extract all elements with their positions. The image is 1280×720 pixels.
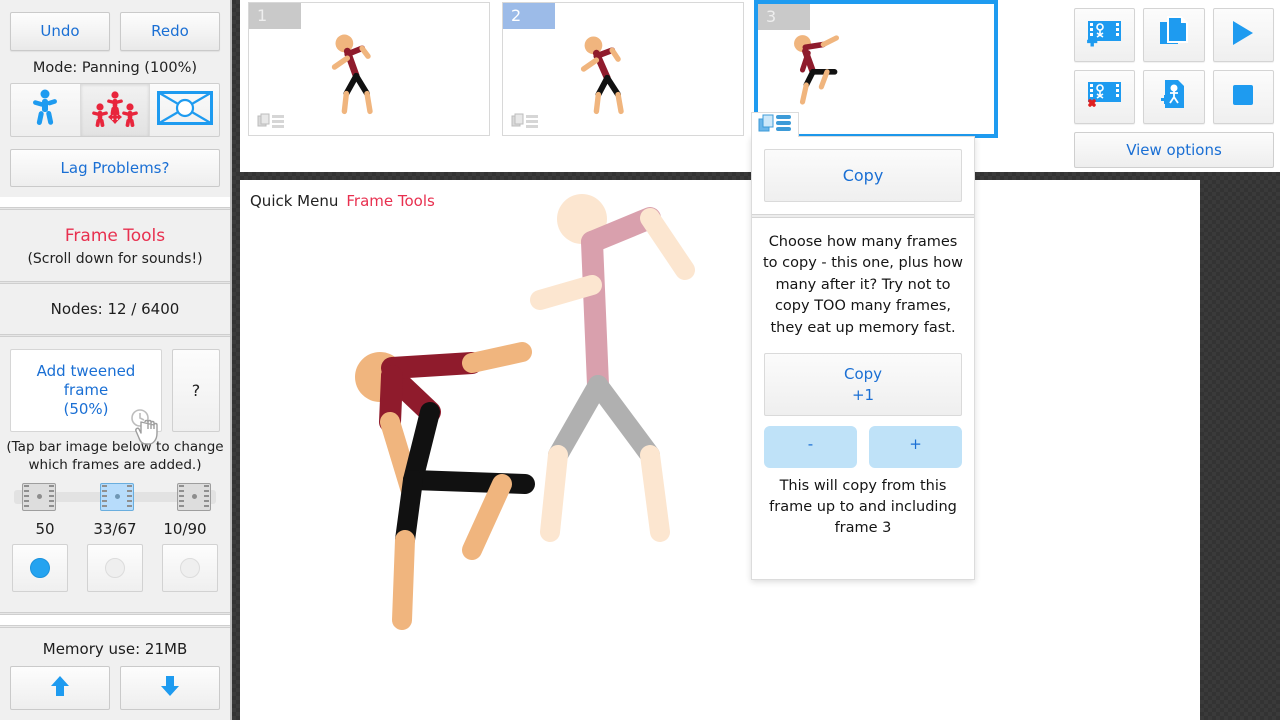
frame-menu-icon bbox=[758, 114, 792, 136]
tween-film-3[interactable] bbox=[177, 482, 211, 511]
frame-menu-icon-2[interactable] bbox=[511, 113, 539, 129]
copy-frames-popup: Copy Choose how many frames to copy - th… bbox=[751, 136, 975, 580]
mode-label: Mode: Panning (100%) bbox=[32, 60, 198, 77]
sidebar-gap-1 bbox=[0, 197, 230, 208]
ghost-figure bbox=[530, 194, 695, 542]
current-figure[interactable] bbox=[355, 342, 535, 630]
frame-tools-subtitle: (Scroll down for sounds!) bbox=[27, 251, 203, 268]
play-button[interactable] bbox=[1212, 8, 1274, 62]
add-tweened-frame-label: Add tweened frame bbox=[36, 362, 136, 399]
play-icon bbox=[1230, 19, 1256, 51]
hand-cursor-icon bbox=[127, 406, 171, 453]
frame-figure-1 bbox=[331, 34, 373, 115]
tween-film-1[interactable] bbox=[22, 482, 56, 511]
copy-count-stepper: - + bbox=[764, 425, 962, 468]
mode-button-bar bbox=[10, 83, 220, 138]
canvas-stage[interactable] bbox=[240, 180, 1200, 720]
tween-option-label-2: 10/90 bbox=[163, 519, 207, 538]
app-root: Undo Redo Mode: Panning (100%) Lag Probl… bbox=[0, 0, 1280, 720]
sidebar-gap-2 bbox=[0, 615, 230, 625]
single-figure-mode-button[interactable] bbox=[11, 84, 81, 137]
stop-button[interactable] bbox=[1212, 70, 1274, 124]
copy-plus-button[interactable]: Copy +1 bbox=[764, 353, 962, 416]
frame-menu-icon-1[interactable] bbox=[257, 113, 285, 129]
frame-tools-title: Frame Tools bbox=[64, 226, 166, 247]
copy-range-note: This will copy from this frame up to and… bbox=[769, 477, 957, 536]
left-sidebar: Undo Redo Mode: Panning (100%) Lag Probl… bbox=[0, 0, 232, 720]
add-frame-button[interactable] bbox=[1074, 8, 1136, 62]
right-toolbar-grid bbox=[1074, 8, 1274, 124]
framed-scene-icon bbox=[156, 91, 213, 129]
redo-button[interactable]: Redo bbox=[120, 12, 220, 52]
tween-help-button[interactable]: ? bbox=[172, 349, 220, 432]
tween-row: Add tweened frame (50%) ? bbox=[0, 337, 230, 445]
copy-pages-icon bbox=[1158, 16, 1190, 54]
frame-thumbnail-2[interactable]: 2 bbox=[502, 2, 744, 136]
scroll-down-button[interactable] bbox=[120, 666, 220, 710]
memory-use-label: Memory use: 21MB bbox=[42, 640, 188, 658]
drawing-canvas[interactable]: Quick Menu Frame Tools bbox=[240, 180, 1200, 720]
tween-option-labels: 50 33/67 10/90 bbox=[0, 514, 230, 538]
frame-thumbnail-1[interactable]: 1 bbox=[248, 2, 490, 136]
copy-plus-label: Copy bbox=[843, 365, 883, 384]
copy-button[interactable]: Copy bbox=[764, 149, 962, 202]
scroll-buttons-row bbox=[0, 666, 230, 720]
copy-frame-button[interactable] bbox=[1143, 8, 1205, 62]
tween-option-radios bbox=[0, 538, 230, 592]
walking-person-icon bbox=[30, 89, 60, 131]
tween-radio-50[interactable] bbox=[12, 543, 69, 592]
decrement-button[interactable]: - bbox=[764, 425, 857, 468]
right-toolbar: View options bbox=[1068, 0, 1280, 172]
tap-bar-note: (Tap bar image below to change which fra… bbox=[6, 438, 224, 473]
film-plus-icon bbox=[1085, 17, 1125, 53]
tween-film-2[interactable] bbox=[100, 482, 134, 511]
add-figure-button[interactable] bbox=[1143, 70, 1205, 124]
page-figure-plus-icon bbox=[1158, 78, 1190, 116]
undo-button[interactable]: Undo bbox=[10, 12, 110, 52]
add-tweened-frame-button[interactable]: Add tweened frame (50%) bbox=[10, 349, 162, 445]
popup-tab-icon-button[interactable] bbox=[751, 112, 799, 137]
delete-frame-button[interactable] bbox=[1074, 70, 1136, 124]
arrow-down-icon bbox=[160, 675, 180, 701]
scroll-up-button[interactable] bbox=[10, 666, 110, 710]
tween-option-label-0: 50 bbox=[35, 519, 55, 538]
tween-option-label-1: 33/67 bbox=[93, 519, 137, 538]
copy-plus-count: +1 bbox=[851, 385, 875, 404]
frame-figure-2 bbox=[580, 36, 624, 115]
tween-strip-slider[interactable] bbox=[14, 480, 216, 514]
background-mode-button[interactable] bbox=[150, 84, 219, 136]
arrow-up-icon bbox=[50, 675, 70, 701]
multi-figure-mode-button[interactable] bbox=[80, 84, 151, 137]
lag-problems-button[interactable]: Lag Problems? bbox=[10, 149, 220, 188]
view-options-button[interactable]: View options bbox=[1074, 132, 1274, 168]
tween-radio-1090[interactable] bbox=[161, 543, 218, 592]
film-delete-icon bbox=[1085, 79, 1125, 115]
popup-description: Choose how many frames to copy - this on… bbox=[762, 234, 964, 336]
increment-button[interactable]: + bbox=[869, 425, 962, 468]
tween-radio-3367[interactable] bbox=[87, 543, 143, 592]
stop-icon bbox=[1230, 82, 1256, 112]
undo-redo-row: Undo Redo bbox=[0, 0, 230, 52]
nodes-count-label: Nodes: 12 / 6400 bbox=[50, 300, 180, 319]
multiple-people-icon bbox=[92, 89, 138, 131]
